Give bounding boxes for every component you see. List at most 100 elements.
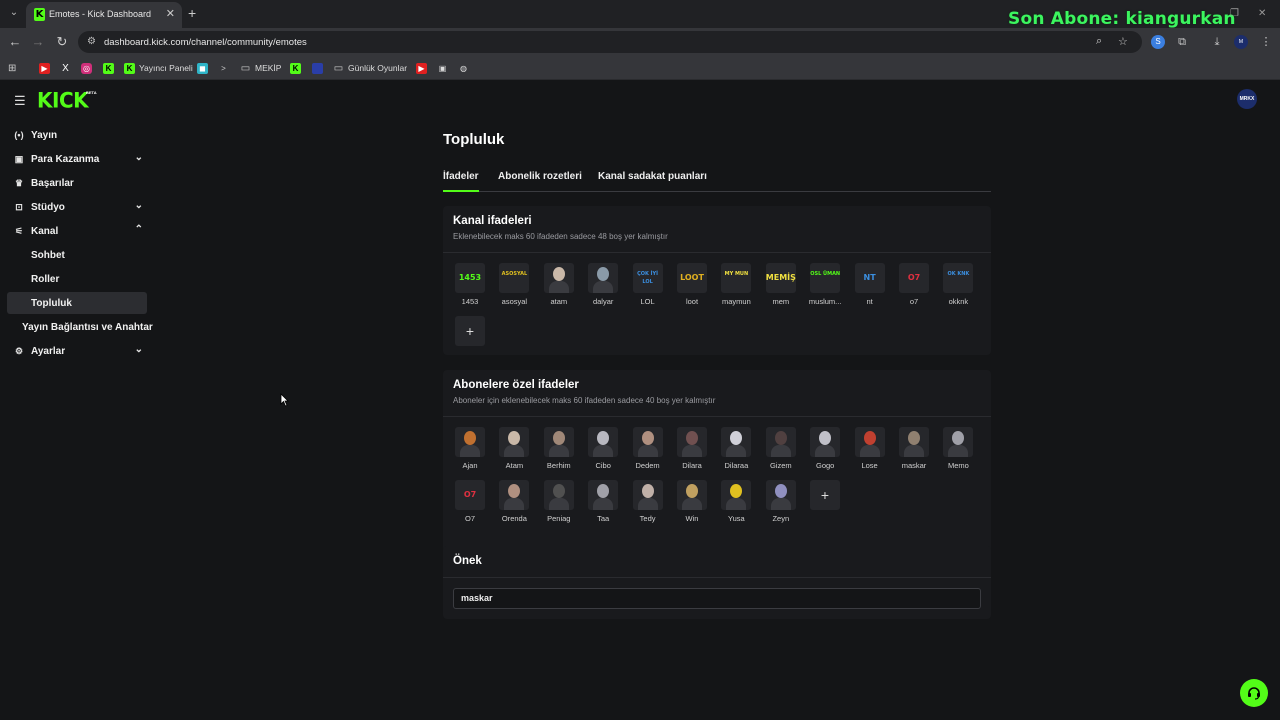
browser-menu-icon[interactable]: ⋮ <box>1259 35 1273 49</box>
bookmark-star-icon[interactable]: ☆ <box>1118 35 1128 48</box>
tab-search-icon[interactable]: ⌄ <box>6 5 22 21</box>
emote-body-shape <box>548 498 569 510</box>
emote-item[interactable]: Zeyn <box>761 480 801 523</box>
emote-face-shape <box>686 431 698 445</box>
sidebar-item-roller[interactable]: Roller <box>7 268 147 290</box>
bookmark-kick-2[interactable]: K <box>290 61 305 75</box>
emote-item[interactable]: MY MUN maymun <box>716 263 756 306</box>
bookmark-yayinci-paneli[interactable]: K Yayıncı Paneli <box>124 61 193 75</box>
emote-image <box>899 427 929 457</box>
kick-logo[interactable]: KICK <box>37 87 89 112</box>
restore-icon[interactable]: ❐ <box>1230 8 1239 19</box>
download-icon[interactable]: ⤓ <box>1210 35 1224 49</box>
emote-item[interactable]: Tedy <box>628 480 668 523</box>
emote-item[interactable]: 1453 1453 <box>450 263 490 306</box>
profile-avatar-icon[interactable]: M <box>1234 35 1248 49</box>
bookmark-kick[interactable]: K <box>103 61 118 75</box>
forward-icon[interactable]: → <box>30 34 46 50</box>
sidebar-item-basarilar[interactable]: ♛ Başarılar <box>7 172 147 194</box>
tab-close-icon[interactable]: ✕ <box>166 7 175 20</box>
emote-item[interactable]: dalyar <box>583 263 623 306</box>
emote-item[interactable]: Atam <box>494 427 534 470</box>
emote-item[interactable]: Dedem <box>628 427 668 470</box>
emote-label: Dilara <box>682 461 702 470</box>
emote-item[interactable]: Gizem <box>761 427 801 470</box>
omnibox[interactable]: ⚙ dashboard.kick.com/channel/community/e… <box>78 31 1142 53</box>
user-avatar[interactable]: MRKX <box>1237 89 1257 109</box>
emote-item[interactable]: ÇOK İYİ LOL LOL <box>628 263 668 306</box>
sidebar-item-yayin[interactable]: (•) Yayın <box>7 124 147 146</box>
studio-icon: ⊡ <box>15 201 23 212</box>
divider <box>443 252 991 253</box>
zoom-icon[interactable]: ⌕ <box>1096 35 1102 48</box>
emote-item[interactable]: OSL ÜMAN muslum... <box>805 263 845 306</box>
bookmark-globe[interactable]: ◍ <box>458 61 473 75</box>
emote-item[interactable]: Dilaraa <box>716 427 756 470</box>
emote-item[interactable]: maskar <box>894 427 934 470</box>
emote-item[interactable]: atam <box>539 263 579 306</box>
url-text[interactable]: dashboard.kick.com/channel/community/emo… <box>104 37 307 48</box>
sidebar-item-sohbet[interactable]: Sohbet <box>7 244 147 266</box>
sidebar-item-para-kazanma[interactable]: ▣ Para Kazanma ⌄ <box>7 148 147 170</box>
bookmark-terminal[interactable]: > <box>218 61 233 75</box>
add-sub-emote-button[interactable]: + <box>810 480 840 510</box>
emote-item[interactable]: OK KNK okknk <box>938 263 978 306</box>
emote-item[interactable]: Cibo <box>583 427 623 470</box>
sidebar-item-ayarlar[interactable]: ⚙ Ayarlar ⌄ <box>7 340 147 362</box>
tab-kanal-sadakat-puanlari[interactable]: Kanal sadakat puanları <box>598 171 707 182</box>
emote-image <box>588 480 619 510</box>
chevron-up-icon: ⌃ <box>134 224 143 235</box>
emote-item[interactable]: Yusa <box>716 480 756 523</box>
extensions-puzzle-icon[interactable]: ⧉ <box>1175 35 1189 49</box>
emote-item[interactable]: LOOT loot <box>672 263 712 306</box>
extension-icon[interactable]: S <box>1151 35 1165 49</box>
emote-item[interactable]: Berhim <box>539 427 579 470</box>
globe-icon: ◍ <box>460 63 467 73</box>
window-close-icon[interactable]: ✕ <box>1258 8 1266 19</box>
bookmark-youtube[interactable]: ▶ <box>39 61 54 75</box>
emote-item[interactable]: ASOSYAL asosyal <box>494 263 534 306</box>
new-tab-icon[interactable]: + <box>188 5 196 21</box>
tab-ifadeler[interactable]: İfadeler <box>443 171 479 192</box>
emote-item[interactable]: Lose <box>850 427 890 470</box>
emote-item[interactable]: Memo <box>938 427 978 470</box>
hamburger-menu-icon[interactable]: ☰ <box>14 93 26 109</box>
emote-item[interactable]: NT nt <box>850 263 890 306</box>
bookmark-label: Yayıncı Paneli <box>139 63 193 73</box>
bookmark-youtube-2[interactable]: ▶ <box>416 61 431 75</box>
back-icon[interactable]: ← <box>7 34 23 50</box>
emote-face-shape <box>597 484 610 498</box>
sidebar-item-studyo[interactable]: ⊡ Stüdyo ⌄ <box>7 196 147 218</box>
bookmark-folder-gunluk-oyunlar[interactable]: ▭ Günlük Oyunlar <box>333 61 407 75</box>
emote-label: asosyal <box>501 297 528 306</box>
bookmark-instagram[interactable]: ◎ <box>81 61 96 75</box>
emote-item[interactable]: Ajan <box>450 427 490 470</box>
sidebar-item-topluluk[interactable]: Topluluk <box>7 292 147 314</box>
emote-item[interactable]: Win <box>672 480 712 523</box>
emote-item[interactable]: O7 O7 <box>450 480 490 523</box>
sidebar-item-yayin-baglantisi[interactable]: Yayın Bağlantısı ve Anahtar <box>7 316 167 338</box>
help-chat-button[interactable] <box>1240 679 1268 707</box>
emote-label: o7 <box>909 297 919 306</box>
browser-tab[interactable]: K Emotes - Kick Dashboard ✕ <box>26 2 182 28</box>
bookmark-folder-mekip[interactable]: ▭ MEKİP <box>240 61 282 75</box>
emote-item[interactable]: MEMİŞ mem <box>761 263 801 306</box>
emote-item[interactable]: Orenda <box>494 480 534 523</box>
site-info-icon[interactable]: ⚙ <box>87 36 96 47</box>
card-title: Kanal ifadeleri <box>453 215 532 227</box>
tab-abonelik-rozetleri[interactable]: Abonelik rozetleri <box>498 171 582 182</box>
prefix-input[interactable]: maskar <box>453 588 981 609</box>
bookmark-image[interactable]: ▣ <box>437 61 452 75</box>
sidebar-item-kanal[interactable]: ⚟ Kanal ⌃ <box>7 220 147 242</box>
emote-item[interactable]: Taa <box>583 480 623 523</box>
reload-icon[interactable]: ↻ <box>54 34 70 50</box>
bookmark-x[interactable]: X <box>60 61 75 75</box>
bookmark-app[interactable]: ◼ <box>197 61 212 75</box>
emote-item[interactable]: Gogo <box>805 427 845 470</box>
bookmark-blue-app[interactable] <box>312 61 327 75</box>
emote-item[interactable]: O7 o7 <box>894 263 934 306</box>
add-channel-emote-button[interactable]: + <box>455 316 485 346</box>
emote-item[interactable]: Peniag <box>539 480 579 523</box>
apps-icon[interactable]: ⊞ <box>8 61 16 75</box>
emote-item[interactable]: Dilara <box>672 427 712 470</box>
